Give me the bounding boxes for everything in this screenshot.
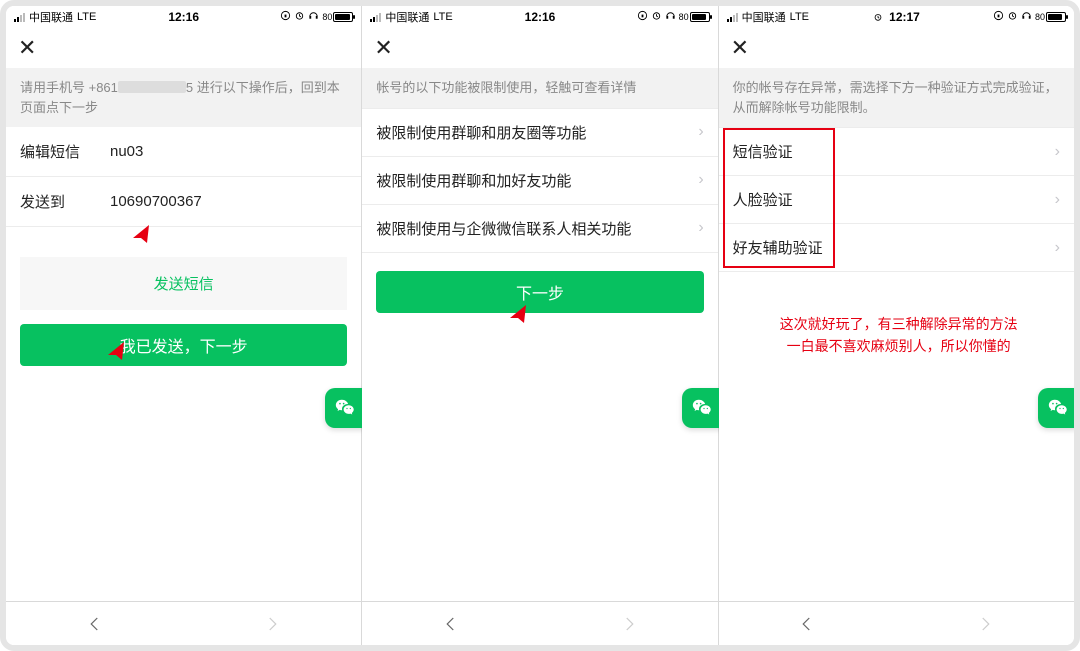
link-label: 发送短信 (154, 276, 214, 293)
lock-icon (637, 10, 648, 24)
headphone-icon (665, 10, 676, 24)
verify-sms-row[interactable]: 短信验证 › (719, 128, 1074, 176)
alarm-icon (1007, 10, 1018, 24)
button-label: 下一步 (516, 280, 564, 304)
instruction-notice: 你的帐号存在异常，需选择下方一种验证方式完成验证，从而解除帐号功能限制。 (719, 68, 1074, 127)
phone-screen-3: 中国联通 LTE 12:17 80 (719, 6, 1074, 645)
battery-level: 80 (1035, 12, 1045, 22)
status-bar: 中国联通 LTE 12:16 80 (6, 6, 361, 28)
chevron-right-icon: › (1055, 143, 1060, 161)
restriction-row[interactable]: 被限制使用群聊和朋友圈等功能 › (362, 109, 717, 157)
notice-text: 帐号的以下功能被限制使用，轻触可查看详情 (376, 80, 636, 95)
nav-forward-button[interactable] (609, 604, 649, 644)
wechat-float-icon[interactable] (325, 388, 365, 428)
row-label: 编辑短信 (20, 141, 110, 162)
lock-icon (280, 10, 291, 24)
send-sms-link[interactable]: 发送短信 (20, 257, 347, 310)
chevron-right-icon: › (1055, 239, 1060, 257)
signal-icon (14, 12, 25, 22)
battery-icon: 80 (322, 12, 353, 22)
masked-phone (118, 81, 186, 93)
signal-icon (370, 12, 381, 22)
headphone-icon (308, 10, 319, 24)
close-icon[interactable]: ✕ (731, 37, 749, 59)
row-label: 被限制使用群聊和朋友圈等功能 (376, 122, 690, 143)
sent-next-button[interactable]: 我已发送，下一步 (20, 324, 347, 366)
close-icon[interactable]: ✕ (18, 37, 36, 59)
chevron-right-icon: › (1055, 191, 1060, 209)
phone-screen-1: 中国联通 LTE 12:16 80 (6, 6, 362, 645)
carrier-label: 中国联通 (742, 9, 786, 25)
chevron-right-icon: › (698, 123, 703, 141)
top-nav: ✕ (6, 28, 361, 68)
button-label: 我已发送，下一步 (120, 333, 248, 357)
close-icon[interactable]: ✕ (374, 37, 392, 59)
alarm-icon (294, 10, 305, 24)
row-label: 人脸验证 (733, 189, 1047, 210)
chevron-right-icon: › (698, 219, 703, 237)
carrier-label: 中国联通 (29, 9, 73, 25)
status-bar: 中国联通 LTE 12:16 80 (362, 6, 717, 28)
bottom-nav (362, 601, 717, 645)
status-bar: 中国联通 LTE 12:17 80 (719, 6, 1074, 28)
headphone-icon (1021, 10, 1032, 24)
instruction-notice: 请用手机号 +8615 进行以下操作后，回到本页面点下一步 (6, 68, 361, 127)
verify-face-row[interactable]: 人脸验证 › (719, 176, 1074, 224)
nav-back-button[interactable] (75, 604, 115, 644)
time-text: 12:17 (889, 10, 920, 24)
network-label: LTE (77, 11, 96, 23)
clock-label: 12:16 (168, 10, 199, 24)
lock-icon (993, 10, 1004, 24)
bottom-nav (719, 601, 1074, 645)
nav-back-button[interactable] (787, 604, 827, 644)
send-to-row: 发送到 10690700367 (6, 177, 361, 227)
row-label: 发送到 (20, 191, 110, 212)
restriction-row[interactable]: 被限制使用与企微微信联系人相关功能 › (362, 205, 717, 253)
edit-sms-row: 编辑短信 nu03 (6, 127, 361, 177)
row-value: 10690700367 (110, 193, 347, 210)
chevron-right-icon: › (698, 171, 703, 189)
row-label: 被限制使用群聊和加好友功能 (376, 170, 690, 191)
wechat-float-icon[interactable] (682, 388, 722, 428)
clock-label: 12:17 (873, 10, 920, 24)
bottom-nav (6, 601, 361, 645)
battery-icon: 80 (679, 12, 710, 22)
top-nav: ✕ (719, 28, 1074, 68)
row-label: 被限制使用与企微微信联系人相关功能 (376, 218, 690, 239)
wechat-float-icon[interactable] (1038, 388, 1078, 428)
alarm-icon (651, 10, 662, 24)
signal-icon (727, 12, 738, 22)
nav-back-button[interactable] (431, 604, 471, 644)
restriction-row[interactable]: 被限制使用群聊和加好友功能 › (362, 157, 717, 205)
top-nav: ✕ (362, 28, 717, 68)
battery-level: 80 (679, 12, 689, 22)
row-label: 短信验证 (733, 141, 1047, 162)
next-button[interactable]: 下一步 (376, 271, 703, 313)
verify-friend-row[interactable]: 好友辅助验证 › (719, 224, 1074, 272)
annotation-text: 这次就好玩了，有三种解除异常的方法 一白最不喜欢麻烦别人，所以你懂的 (759, 313, 1039, 358)
row-label: 好友辅助验证 (733, 237, 1047, 258)
alarm-icon (873, 10, 886, 24)
notice-prefix: 请用手机号 +861 (20, 80, 118, 95)
notice-text: 你的帐号存在异常，需选择下方一种验证方式完成验证，从而解除帐号功能限制。 (733, 80, 1058, 115)
instruction-notice: 帐号的以下功能被限制使用，轻触可查看详情 (362, 68, 717, 108)
battery-level: 80 (322, 12, 332, 22)
network-label: LTE (433, 11, 452, 23)
row-value: nu03 (110, 143, 347, 160)
carrier-label: 中国联通 (385, 9, 429, 25)
clock-label: 12:16 (525, 10, 556, 24)
nav-forward-button[interactable] (252, 604, 292, 644)
battery-icon: 80 (1035, 12, 1066, 22)
phone-screen-2: 中国联通 LTE 12:16 80 ✕ (362, 6, 718, 645)
network-label: LTE (790, 11, 809, 23)
nav-forward-button[interactable] (965, 604, 1005, 644)
